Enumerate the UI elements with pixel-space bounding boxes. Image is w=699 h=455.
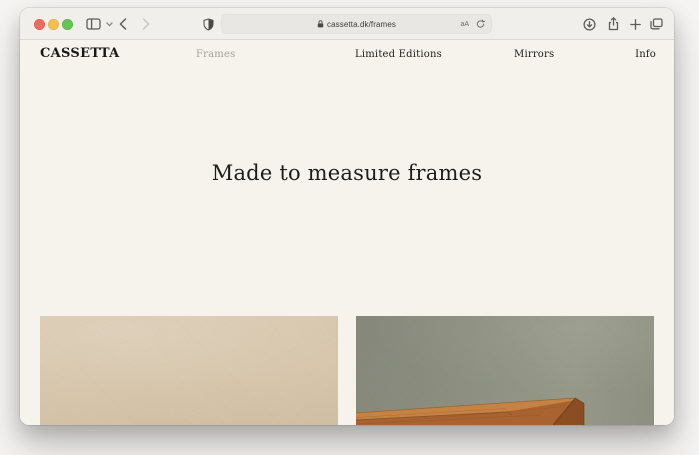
share-button[interactable] <box>604 8 622 40</box>
nav-item-limited-editions[interactable]: Limited Editions <box>355 49 442 60</box>
traffic-light-zoom[interactable] <box>62 19 73 30</box>
nav-item-info[interactable]: Info <box>635 49 656 60</box>
url-text: cassetta.dk/frames <box>327 19 396 29</box>
translate-icon[interactable]: aA <box>460 21 469 28</box>
wall-texture <box>40 316 338 425</box>
url-field[interactable]: cassetta.dk/frames aA <box>221 14 492 34</box>
traffic-light-close[interactable] <box>34 19 45 30</box>
privacy-report-button[interactable] <box>200 8 216 40</box>
sidebar-icon <box>85 18 101 30</box>
sidebar-toggle-button[interactable] <box>84 8 102 40</box>
forward-icon <box>142 18 150 30</box>
share-icon <box>608 17 618 31</box>
page-content: CASSETTA Frames Limited Editions Mirrors… <box>20 40 674 425</box>
wood-frame-corner <box>356 397 585 425</box>
beige-plaster-wall-photo[interactable] <box>40 316 338 425</box>
chevron-down-icon <box>105 21 113 26</box>
forward-button[interactable] <box>138 8 154 40</box>
privacy-shield-icon <box>203 17 213 31</box>
nav-item-mirrors[interactable]: Mirrors <box>514 49 554 60</box>
back-button[interactable] <box>115 8 131 40</box>
browser-window: cassetta.dk/frames aA CASSETTA Frames Li… <box>20 8 674 425</box>
traffic-light-minimize[interactable] <box>48 19 59 30</box>
hero-section: Made to measure frames <box>20 161 674 185</box>
downloads-button[interactable] <box>580 8 598 40</box>
page-title: Made to measure frames <box>211 161 483 185</box>
new-tab-button[interactable] <box>626 8 644 40</box>
gallery <box>20 316 674 425</box>
new-tab-icon <box>629 18 641 30</box>
reload-icon[interactable] <box>476 19 485 29</box>
nav-item-frames[interactable]: Frames <box>196 49 235 60</box>
tab-overview-icon <box>649 18 663 30</box>
site-logo[interactable]: CASSETTA <box>40 46 120 61</box>
lock-icon <box>317 20 324 28</box>
green-wall-wood-frame-corner-photo[interactable] <box>356 316 654 425</box>
browser-toolbar: cassetta.dk/frames aA <box>20 8 674 40</box>
tab-overview-button[interactable] <box>646 8 666 40</box>
sidebar-menu-button[interactable] <box>104 8 114 40</box>
back-icon <box>119 18 127 30</box>
site-header: CASSETTA Frames Limited Editions Mirrors… <box>20 40 674 70</box>
downloads-icon <box>582 17 596 31</box>
